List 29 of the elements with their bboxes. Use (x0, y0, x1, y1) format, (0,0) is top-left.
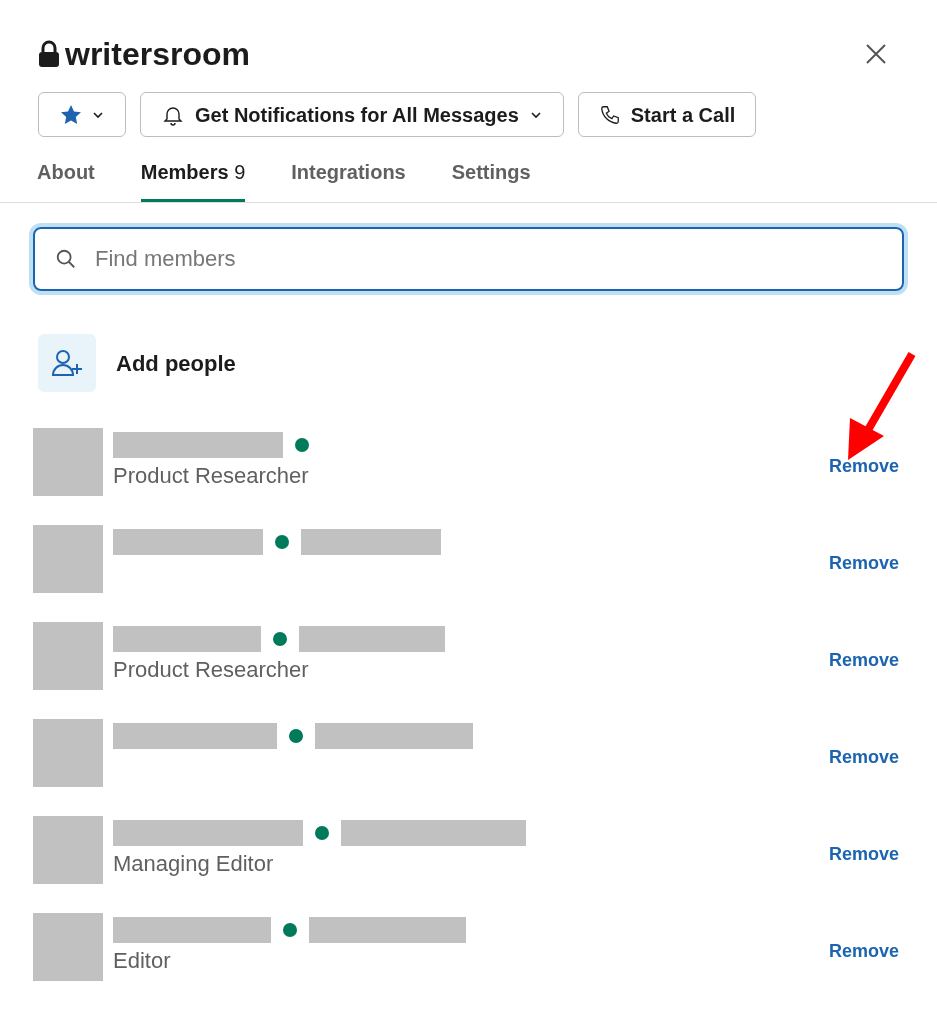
tab[interactable]: Integrations (291, 157, 406, 202)
add-people-button[interactable]: Add people (116, 346, 236, 380)
channel-title: writersroom (65, 35, 250, 74)
remove-link[interactable]: Remove (828, 452, 899, 480)
avatar (33, 428, 103, 496)
remove-link[interactable]: Remove (828, 549, 899, 577)
tab[interactable]: Settings (451, 157, 531, 202)
call-button[interactable]: Start a Call (577, 92, 757, 137)
member-title: Product Researcher (113, 656, 310, 684)
remove-link[interactable]: Remove (828, 937, 899, 965)
avatar (33, 913, 103, 981)
avatar (33, 622, 103, 690)
close-icon (864, 42, 888, 66)
remove-link[interactable]: Remove (828, 743, 899, 771)
notifications-button[interactable]: Get Notifications for All Messages (140, 92, 564, 137)
add-people-icon (38, 334, 96, 392)
member-title: Managing Editor (113, 850, 275, 878)
tab[interactable]: About (37, 157, 95, 202)
member-title: Product Researcher (113, 462, 310, 490)
avatar (33, 816, 103, 884)
remove-link[interactable]: Remove (828, 646, 899, 674)
avatar (33, 719, 103, 787)
tab[interactable]: Members 9 (140, 157, 246, 202)
member-title: Editor (113, 947, 172, 975)
remove-link[interactable]: Remove (828, 840, 899, 868)
phone-icon (598, 103, 621, 126)
search-icon (55, 248, 77, 270)
avatar (33, 525, 103, 593)
star-button[interactable] (38, 92, 126, 137)
